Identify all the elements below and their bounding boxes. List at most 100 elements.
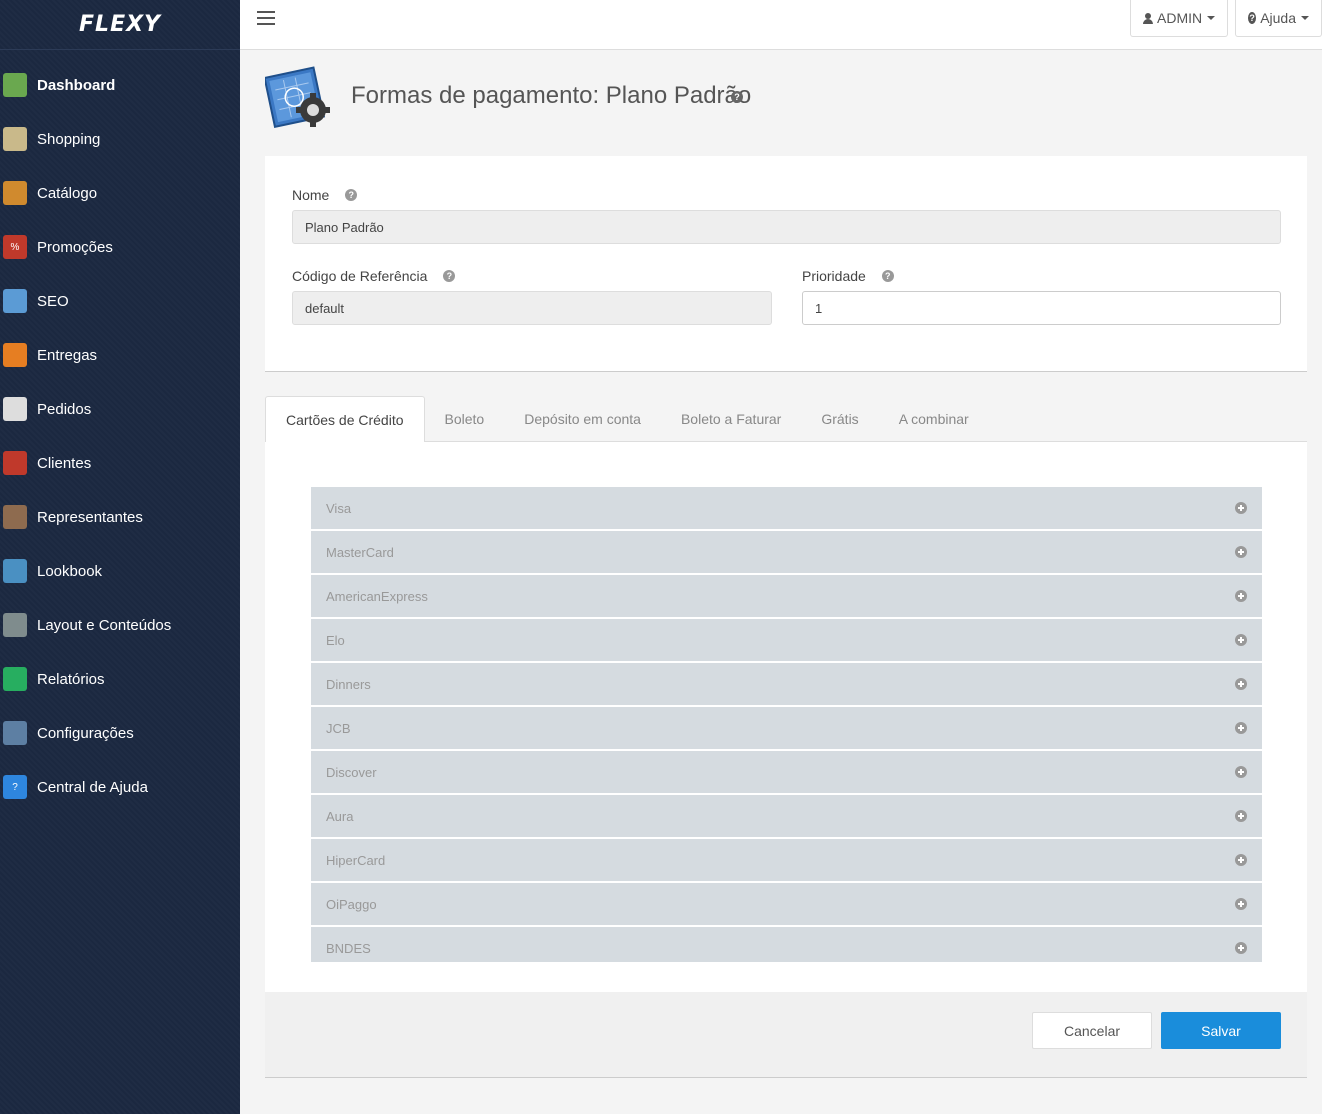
name-field[interactable]: Plano Padrão <box>292 210 1281 244</box>
card-row-aura[interactable]: Aura <box>311 795 1262 837</box>
sidebar-item-label: Promoções <box>37 238 113 256</box>
sidebar-item-label: Lookbook <box>37 562 103 580</box>
tab-a-combinar[interactable]: A combinar <box>879 396 989 442</box>
expand-plus-icon[interactable] <box>1235 722 1247 734</box>
seo-icon <box>3 289 27 313</box>
expand-plus-icon[interactable] <box>1235 854 1247 866</box>
layout-icon <box>3 613 27 637</box>
expand-plus-icon[interactable] <box>1235 942 1247 954</box>
payment-tabs: Cartões de Crédito Boleto Depósito em co… <box>265 396 1307 443</box>
sidebar-item-dashboard[interactable]: Dashboard <box>0 58 240 112</box>
sidebar-item-layout[interactable]: Layout e Conteúdos <box>0 598 240 652</box>
sidebar-item-central-ajuda[interactable]: ? Central de Ajuda <box>0 760 240 814</box>
sidebar-item-label: Central de Ajuda <box>37 778 148 796</box>
help-icon[interactable]: ? <box>881 270 894 283</box>
tab-boleto[interactable]: Boleto <box>425 396 505 442</box>
sidebar-item-relatorios[interactable]: Relatórios <box>0 652 240 706</box>
expand-plus-icon[interactable] <box>1235 590 1247 602</box>
card-row-discover[interactable]: Discover <box>311 751 1262 793</box>
card-label: Discover <box>326 764 377 780</box>
card-row-jcb[interactable]: JCB <box>311 707 1262 749</box>
expand-plus-icon[interactable] <box>1235 678 1247 690</box>
expand-plus-icon[interactable] <box>1235 810 1247 822</box>
sidebar-item-label: SEO <box>37 292 69 310</box>
card-label: HiperCard <box>326 852 386 868</box>
question-icon: ? <box>1248 12 1257 24</box>
help-dropdown[interactable]: ? Ajuda <box>1235 0 1322 37</box>
lookbook-icon <box>3 559 27 583</box>
sidebar-item-seo[interactable]: SEO <box>0 274 240 328</box>
settings-icon <box>3 721 27 745</box>
sidebar-item-label: Shopping <box>37 130 101 148</box>
save-button[interactable]: Salvar <box>1161 1012 1281 1049</box>
catalog-icon <box>3 181 27 205</box>
payment-settings-icon <box>263 66 335 132</box>
flexy-logo[interactable]: FLEXY <box>79 12 161 37</box>
tab-deposito-conta[interactable]: Depósito em conta <box>504 396 661 442</box>
sidebar-item-lookbook[interactable]: Lookbook <box>0 544 240 598</box>
expand-plus-icon[interactable] <box>1235 502 1247 514</box>
card-row-elo[interactable]: Elo <box>311 619 1262 661</box>
tab-gratis[interactable]: Grátis <box>801 396 878 442</box>
expand-plus-icon[interactable] <box>1235 546 1247 558</box>
sidebar-item-label: Pedidos <box>37 400 92 418</box>
representatives-icon <box>3 505 27 529</box>
card-label: Dinners <box>326 676 371 692</box>
card-label: AmericanExpress <box>326 588 428 604</box>
card-label: Elo <box>326 632 345 648</box>
ref-label: Código de Referência <box>292 268 428 284</box>
form-panel: Nome ? Plano Padrão Código de Referência… <box>265 156 1307 372</box>
admin-dropdown[interactable]: ADMIN <box>1130 0 1229 37</box>
sidebar-item-catalogo[interactable]: Catálogo <box>0 166 240 220</box>
topbar: ADMIN ? Ajuda <box>240 0 1322 50</box>
sidebar-item-label: Layout e Conteúdos <box>37 616 172 634</box>
ref-label-row: Código de Referência ? <box>292 268 456 284</box>
priority-field[interactable]: 1 <box>802 291 1281 325</box>
reports-icon <box>3 667 27 691</box>
tab-boleto-faturar[interactable]: Boleto a Faturar <box>661 396 801 442</box>
card-list[interactable]: Visa MasterCard AmericanExpress Elo Dinn… <box>311 487 1262 962</box>
logo-bar: FLEXY <box>0 0 240 50</box>
sidebar-item-pedidos[interactable]: Pedidos <box>0 382 240 436</box>
sidebar-item-label: Catálogo <box>37 184 98 202</box>
sidebar-item-clientes[interactable]: Clientes <box>0 436 240 490</box>
promotions-icon: % <box>3 235 27 259</box>
caret-down-icon <box>1301 16 1309 20</box>
card-row-mastercard[interactable]: MasterCard <box>311 531 1262 573</box>
help-center-icon: ? <box>3 775 27 799</box>
sidebar-item-promocoes[interactable]: % Promoções <box>0 220 240 274</box>
orders-icon <box>3 397 27 421</box>
priority-label: Prioridade <box>802 268 866 284</box>
sidebar-item-shopping[interactable]: Shopping <box>0 112 240 166</box>
card-row-visa[interactable]: Visa <box>311 487 1262 529</box>
help-icon[interactable]: ? <box>731 91 743 103</box>
menu-toggle-icon[interactable] <box>257 11 275 25</box>
card-row-hipercard[interactable]: HiperCard <box>311 839 1262 881</box>
help-icon[interactable]: ? <box>345 189 358 202</box>
card-row-dinners[interactable]: Dinners <box>311 663 1262 705</box>
expand-plus-icon[interactable] <box>1235 634 1247 646</box>
delivery-icon <box>3 343 27 367</box>
card-label: Visa <box>326 500 352 516</box>
sidebar-item-label: Configurações <box>37 724 134 742</box>
card-row-oipaggo[interactable]: OiPaggo <box>311 883 1262 925</box>
expand-plus-icon[interactable] <box>1235 766 1247 778</box>
user-icon <box>1143 12 1153 24</box>
card-label: BNDES <box>326 940 371 956</box>
help-icon[interactable]: ? <box>443 270 456 283</box>
cancel-button[interactable]: Cancelar <box>1032 1012 1152 1049</box>
expand-plus-icon[interactable] <box>1235 898 1247 910</box>
sidebar-item-label: Entregas <box>37 346 98 364</box>
tab-cartoes-credito[interactable]: Cartões de Crédito <box>265 396 425 443</box>
card-row-bndes[interactable]: BNDES <box>311 927 1262 962</box>
sidebar-item-label: Dashboard <box>37 76 116 94</box>
sidebar-item-configuracoes[interactable]: Configurações <box>0 706 240 760</box>
card-row-americanexpress[interactable]: AmericanExpress <box>311 575 1262 617</box>
sidebar-item-representantes[interactable]: Representantes <box>0 490 240 544</box>
caret-down-icon <box>1207 16 1216 20</box>
sidebar-item-entregas[interactable]: Entregas <box>0 328 240 382</box>
reference-code-field[interactable]: default <box>292 291 772 325</box>
sidebar-nav: Dashboard Shopping Catálogo % Promoções … <box>0 58 240 814</box>
help-label: Ajuda <box>1260 10 1296 26</box>
card-label: MasterCard <box>326 544 394 560</box>
